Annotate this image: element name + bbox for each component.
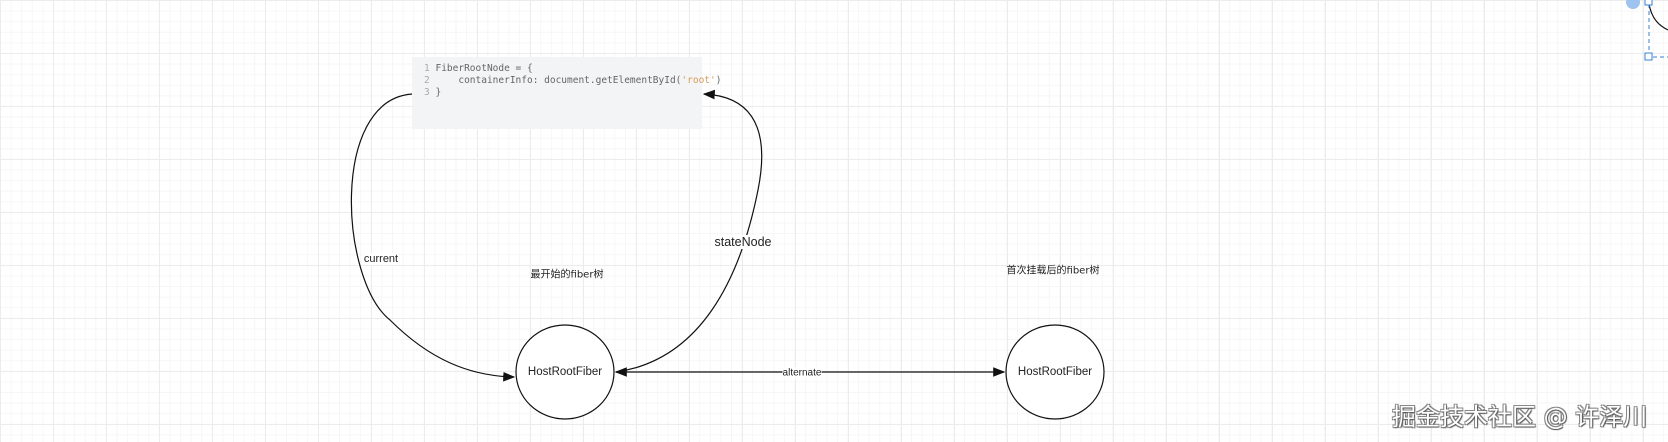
node-label-left: HostRootFiber: [527, 366, 603, 378]
edge-label-statenode[interactable]: stateNode: [714, 235, 772, 249]
note-initial-fiber-tree[interactable]: 最开始的fiber树: [531, 266, 604, 281]
resize-handle[interactable]: [1644, 0, 1653, 6]
code-line: 3 }: [424, 87, 442, 98]
watermark: 掘金技术社区 @ 许泽川: [1392, 403, 1648, 431]
diagram-canvas: [350, 0, 1668, 420]
edge-label-alternate[interactable]: alternate: [782, 367, 822, 379]
code-block-fiberrootnode[interactable]: 1 FiberRootNode = {2 containerInfo: docu…: [412, 57, 722, 129]
code-line: 2 containerInfo: document.getElementById…: [424, 75, 722, 86]
edge-label-current[interactable]: current: [363, 253, 399, 265]
edge-current[interactable]: [350, 93, 516, 382]
code-line: 1 FiberRootNode = {: [424, 63, 533, 74]
edge-statenode[interactable]: [615, 89, 763, 373]
add-handle-icon[interactable]: [1626, 0, 1640, 9]
note-mounted-fiber-tree[interactable]: 首次挂载后的fiber树: [1007, 262, 1100, 277]
selected-edge-fragment[interactable]: [1648, 3, 1668, 31]
resize-handle[interactable]: [1644, 52, 1653, 61]
node-label-right: HostRootFiber: [1017, 366, 1093, 378]
